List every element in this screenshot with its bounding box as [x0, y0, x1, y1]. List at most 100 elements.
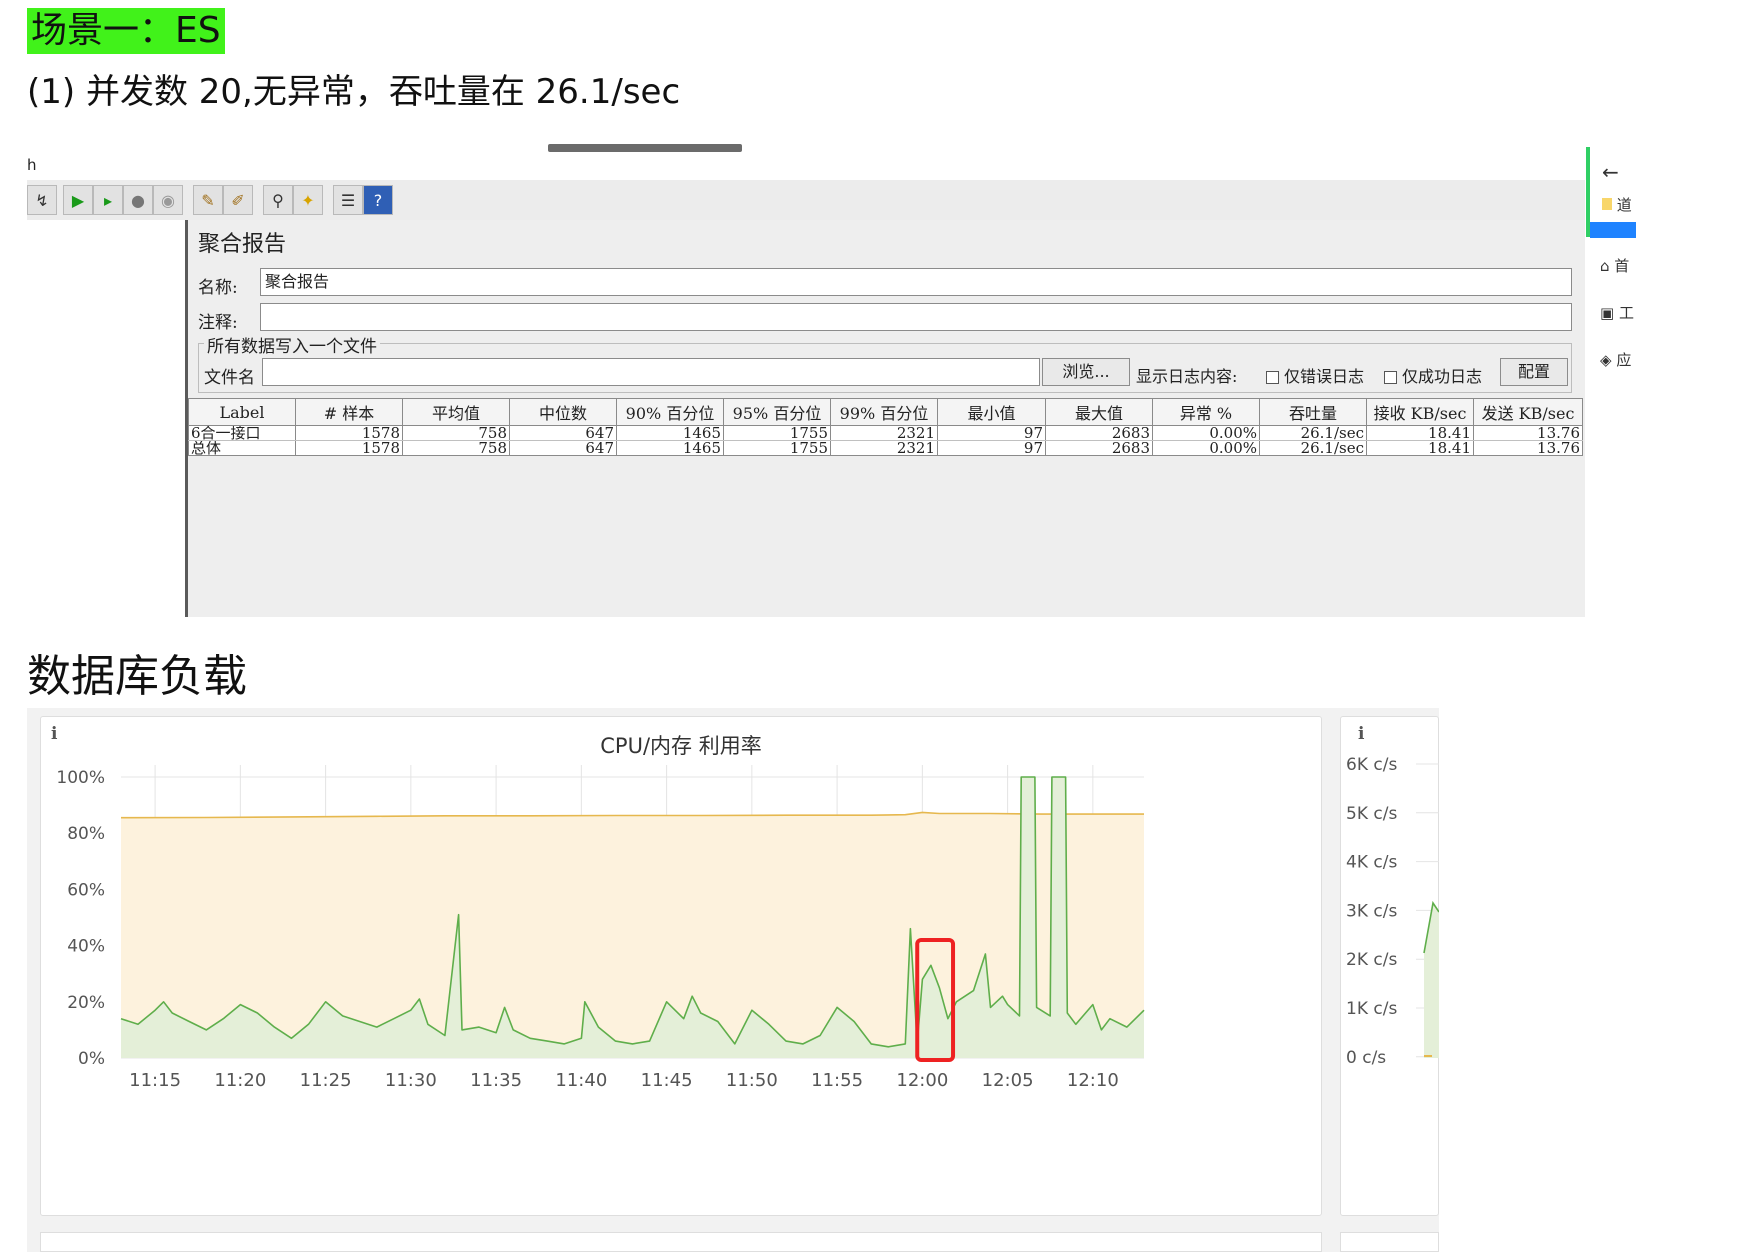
success-only-label: 仅成功日志 — [1402, 367, 1483, 386]
x-tick-label: 11:50 — [726, 1070, 778, 1091]
note-icon[interactable]: 道 — [1602, 194, 1632, 215]
name-label: 名称: — [198, 278, 238, 298]
table-cell: 2683 — [1045, 440, 1153, 456]
x-tick-label: 11:55 — [811, 1070, 863, 1091]
table-cell: 1755 — [723, 425, 831, 441]
table-row[interactable]: 总体 1578 758 647 1465 1755 2321 97 2683 0… — [188, 440, 1583, 456]
home-icon[interactable]: ⌂ 首 — [1600, 255, 1629, 276]
column-header[interactable]: 99% 百分位 — [830, 398, 938, 426]
clear-icon[interactable]: ✎ — [193, 185, 223, 215]
column-header[interactable]: 吞吐量 — [1259, 398, 1367, 426]
table-cell: 6合一接口 — [188, 425, 296, 441]
app-icon[interactable]: ◈ 应 — [1600, 349, 1631, 370]
table-row[interactable]: 6合一接口 1578 758 647 1465 1755 2321 97 268… — [188, 425, 1583, 441]
search-icon[interactable]: ⚲ — [263, 185, 293, 215]
filename-field[interactable] — [262, 358, 1040, 386]
table-cell: 1578 — [295, 425, 403, 441]
table-cell: 26.1/sec — [1259, 440, 1367, 456]
remote-start-icon[interactable]: ↯ — [27, 185, 57, 215]
window-title-fragment: h — [27, 156, 37, 174]
reset-search-icon[interactable]: ✦ — [293, 185, 323, 215]
y-tick-label: 6K c/s — [1346, 755, 1397, 775]
start-icon[interactable]: ▶ — [63, 185, 93, 215]
jmeter-title-strip: h — [27, 150, 1585, 181]
tool-icon[interactable]: ▣ 工 — [1600, 302, 1634, 323]
help-icon[interactable]: ? — [363, 185, 393, 215]
y-tick-label: 3K c/s — [1346, 901, 1397, 921]
table-cell: 2683 — [1045, 425, 1153, 441]
tool-label: 工 — [1618, 304, 1634, 322]
errors-only-label: 仅错误日志 — [1284, 367, 1365, 386]
table-cell: 13.76 — [1473, 440, 1583, 456]
column-header[interactable]: 中位数 — [509, 398, 617, 426]
stop-icon[interactable]: ● — [123, 185, 153, 215]
column-header[interactable]: 95% 百分位 — [723, 398, 831, 426]
comment-label: 注释: — [198, 313, 238, 333]
column-header[interactable]: 90% 百分位 — [616, 398, 724, 426]
shutdown-icon[interactable]: ◉ — [153, 185, 183, 215]
table-cell: 1578 — [295, 440, 403, 456]
table-cell: 647 — [509, 425, 617, 441]
cpu-mem-chart: 100% 80% 60% 40% 20% 0% 11:15 11:20 11:25 11:30 11… — [56, 765, 1145, 1091]
column-header[interactable]: # 样本 — [295, 398, 403, 426]
y-tick-label: 80% — [67, 824, 105, 844]
aggregate-results-table: Label # 样本 平均值 中位数 90% 百分位 95% 百分位 99% 百… — [188, 398, 1583, 456]
table-cell: 758 — [402, 425, 510, 441]
panel-title: 聚合报告 — [198, 232, 287, 257]
table-cell: 0.00% — [1152, 425, 1260, 441]
column-header[interactable]: Label — [188, 398, 296, 426]
column-header[interactable]: 最小值 — [937, 398, 1046, 426]
name-field[interactable]: 聚合报告 — [260, 268, 1572, 296]
y-tick-label: 100% — [56, 768, 105, 788]
table-cell: 0.00% — [1152, 440, 1260, 456]
x-tick-label: 11:20 — [214, 1070, 266, 1091]
test-plan-tree[interactable] — [27, 220, 188, 617]
column-header[interactable]: 发送 KB/sec — [1473, 398, 1583, 426]
y-tick-label: 40% — [67, 937, 105, 957]
y-tick-label: 0 c/s — [1346, 1048, 1386, 1068]
table-cell: 1465 — [616, 440, 724, 456]
column-header[interactable]: 平均值 — [402, 398, 510, 426]
x-tick-label: 11:30 — [385, 1070, 437, 1091]
app-label: 应 — [1616, 351, 1632, 369]
back-arrow-icon[interactable]: ← — [1602, 160, 1619, 184]
function-helper-icon[interactable]: ☰ — [333, 185, 363, 215]
next-panel-left — [40, 1232, 1322, 1252]
config-button[interactable]: 配置 — [1500, 358, 1568, 386]
table-cell: 97 — [937, 440, 1046, 456]
next-panel-right — [1340, 1232, 1439, 1252]
column-header[interactable]: 异常 % — [1152, 398, 1260, 426]
table-cell: 18.41 — [1366, 425, 1474, 441]
clear-all-icon[interactable]: ✐ — [223, 185, 253, 215]
y-tick-label: 5K c/s — [1346, 804, 1397, 824]
series-area — [1424, 903, 1439, 1058]
errors-only-checkbox[interactable]: 仅错误日志 — [1266, 363, 1364, 387]
window-drag-handle[interactable] — [548, 144, 742, 152]
db-load-title: 数据库负载 — [27, 651, 247, 702]
table-cell: 97 — [937, 425, 1046, 441]
jmeter-toolbar: ↯ ▶ ▸ ● ◉ ✎ ✐ ⚲ ✦ ☰ ? — [27, 180, 1585, 221]
x-tick-label: 11:15 — [129, 1070, 181, 1091]
column-header[interactable]: 接收 KB/sec — [1366, 398, 1474, 426]
scenario-summary: (1) 并发数 20,无异常，吞吐量在 26.1/sec — [27, 72, 681, 112]
table-cell: 18.41 — [1366, 440, 1474, 456]
table-cell: 26.1/sec — [1259, 425, 1367, 441]
table-cell: 758 — [402, 440, 510, 456]
y-tick-label: 2K c/s — [1346, 950, 1397, 970]
x-tick-label: 12:05 — [982, 1070, 1034, 1091]
errors-only-box[interactable] — [1266, 371, 1279, 384]
start-no-pause-icon[interactable]: ▸ — [93, 185, 123, 215]
ops-chart: 6K c/s 5K c/s 4K c/s 3K c/s 2K c/s 1K c/s 0 c/… — [1346, 755, 1439, 1068]
x-tick-label: 12:10 — [1067, 1070, 1119, 1091]
home-label: 首 — [1614, 257, 1630, 275]
comment-field[interactable] — [260, 303, 1572, 331]
success-only-checkbox[interactable]: 仅成功日志 — [1384, 363, 1482, 387]
table-header-row: Label # 样本 平均值 中位数 90% 百分位 95% 百分位 99% 百… — [188, 398, 1583, 426]
browse-button[interactable]: 浏览... — [1042, 358, 1130, 386]
column-header[interactable]: 最大值 — [1045, 398, 1153, 426]
selected-highlight — [1590, 222, 1636, 238]
log-display-label: 显示日志内容: — [1136, 367, 1238, 386]
success-only-box[interactable] — [1384, 371, 1397, 384]
x-tick-label: 11:45 — [641, 1070, 693, 1091]
filename-label: 文件名 — [204, 368, 255, 388]
